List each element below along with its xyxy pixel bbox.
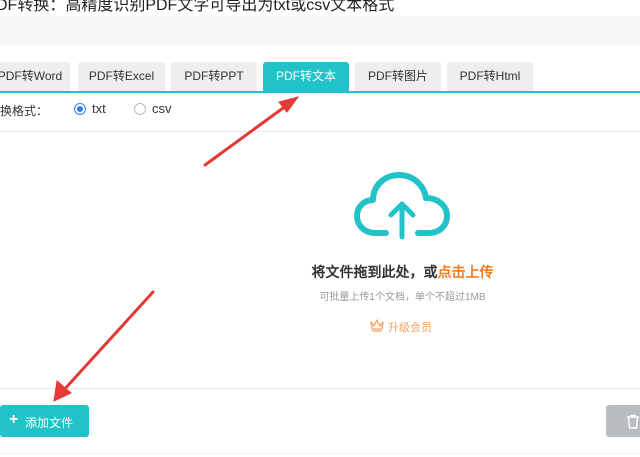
plus-icon: + xyxy=(9,411,19,428)
tab-pdf-to-image[interactable]: PDF转图片 xyxy=(355,62,441,91)
divider xyxy=(0,388,640,389)
tab-pdf-to-text[interactable]: PDF转文本 xyxy=(263,62,349,91)
page-headline: DF转换：高精度识别PDF文字可导出为txt或csv文本格式 xyxy=(0,0,395,13)
delete-button[interactable] xyxy=(606,405,640,437)
add-file-label: 添加文件 xyxy=(25,416,74,430)
tab-pdf-to-ppt[interactable]: PDF转PPT xyxy=(171,62,257,91)
drop-zone-title: 将文件拖到此处，或点击上传 xyxy=(0,262,640,282)
tab-pdf-to-excel[interactable]: PDF转Excel xyxy=(78,62,165,91)
trash-icon xyxy=(627,414,639,429)
add-file-button[interactable]: + 添加文件 xyxy=(0,405,89,437)
upgrade-label: 升级会员 xyxy=(388,322,432,334)
upload-hint: 可批量上传1个文档，单个不超过1MB xyxy=(319,292,486,303)
tab-pdf-to-word[interactable]: PDF转Word xyxy=(0,62,70,91)
tabs-underline xyxy=(0,91,640,93)
divider xyxy=(0,453,640,454)
radio-csv[interactable] xyxy=(134,103,146,115)
upload-drop-zone[interactable] xyxy=(0,132,640,388)
radio-txt-label[interactable]: txt xyxy=(92,101,106,116)
header-band xyxy=(0,16,640,45)
crown-icon xyxy=(370,319,384,332)
format-label: 换格式： xyxy=(0,104,49,118)
drop-zone-title-text: 将文件拖到此处，或 xyxy=(311,264,438,280)
click-upload-link[interactable]: 点击上传 xyxy=(438,264,494,280)
cloud-upload-icon xyxy=(354,172,450,240)
radio-csv-label[interactable]: csv xyxy=(152,101,172,116)
tab-pdf-to-html[interactable]: PDF转Html xyxy=(447,62,533,91)
radio-txt[interactable] xyxy=(74,103,86,115)
